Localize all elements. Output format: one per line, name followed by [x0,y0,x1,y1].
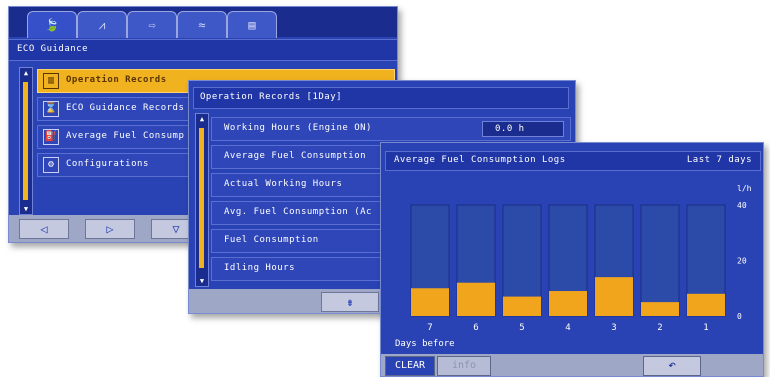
back-button[interactable]: ↶ [643,356,701,376]
tab-document[interactable]: ▤ [227,11,277,38]
menu-item-label: Configurations [66,159,149,169]
bar [503,296,541,316]
scroll-down-icon[interactable]: ▼ [20,204,32,214]
tab-wrench[interactable]: ≈ [177,11,227,38]
x-tick-label: 2 [657,323,662,333]
date-range-label: Last 7 days [686,155,752,165]
record-label: Idling Hours [224,263,296,273]
x-tick-label: 6 [473,323,478,333]
y-tick-label: 20 [737,257,747,266]
tab-arrows[interactable]: ⇨ [127,11,177,38]
guidance-records-icon: ⌛ [43,101,59,117]
y-tick-label: 0 [737,312,742,321]
x-axis-label: Days before [395,339,455,349]
record-value-box: 0.0 h [482,121,564,137]
back-arrow-icon: ↶ [668,358,676,373]
scroll-up-icon[interactable]: ▲ [20,68,32,78]
right-button[interactable]: ▷ [85,219,135,239]
record-value: 0.0 h [495,124,525,134]
left-button[interactable]: ◁ [19,219,69,239]
menu-item-label: Average Fuel Consump [66,131,185,141]
tab-eco[interactable]: 🍃 [27,11,77,38]
page-down-icon: ⇟ [346,295,354,309]
eco-leaf-icon: 🍃 [44,18,60,32]
page-title: Average Fuel Consumption Logs [394,155,566,165]
tab-bar: 🍃 ⩘ ⇨ ≈ ▤ [9,7,397,38]
record-label: Working Hours (Engine ON) [224,123,372,133]
page-down-button[interactable]: ⇟ [321,292,379,312]
tab-machine[interactable]: ⩘ [77,11,127,38]
down-arrow-icon: ▽ [172,222,180,236]
x-tick-label: 7 [427,323,432,333]
clear-button[interactable]: CLEAR [385,356,435,376]
bar [549,291,587,316]
page-title: ECO Guidance [17,44,89,54]
bar [641,302,679,316]
scroll-down-icon[interactable]: ▼ [196,276,208,286]
bar [411,288,449,316]
record-label: Actual Working Hours [224,179,343,189]
fuel-consumption-logs-screen: Average Fuel Consumption Logs Last 7 day… [380,142,764,377]
record-row-working-hours[interactable]: Working Hours (Engine ON) 0.0 h [211,117,571,141]
bar [687,293,725,316]
unit-label: l/h [737,184,752,193]
document-icon: ▤ [248,18,256,32]
record-label: Fuel Consumption [224,235,319,245]
records-icon: ▥ [43,73,59,89]
x-tick-label: 4 [565,323,570,333]
screen-title-bar: Operation Records [1Day] [193,87,569,109]
scrollbar-thumb[interactable] [199,128,204,268]
scroll-up-icon[interactable]: ▲ [196,114,208,124]
right-arrow-icon: ▷ [106,222,114,236]
bar-background [640,204,680,317]
bottom-nav-bar: CLEAR info ↶ [381,354,763,376]
bar [457,282,495,316]
menu-scrollbar[interactable]: ▲ ▼ [19,67,33,215]
config-icon: ⚙ [43,157,59,173]
arrows-icon: ⇨ [148,18,156,32]
menu-item-label: ECO Guidance Records [66,103,185,113]
machine-icon: ⩘ [98,17,106,32]
x-tick-label: 1 [703,323,708,333]
x-tick-label: 3 [611,323,616,333]
info-button: info [437,356,491,376]
left-arrow-icon: ◁ [40,222,48,236]
scrollbar-thumb[interactable] [23,82,28,200]
y-tick-label: 40 [737,201,747,210]
records-scrollbar[interactable]: ▲ ▼ [195,113,209,287]
x-tick-label: 5 [519,323,524,333]
record-label: Avg. Fuel Consumption (Ac [224,207,372,217]
page-title: Operation Records [1Day] [200,92,343,102]
bar [595,277,633,316]
screen-title-bar: Average Fuel Consumption Logs Last 7 day… [385,151,761,171]
record-label: Average Fuel Consumption [224,151,367,161]
screen-title-bar: ECO Guidance [9,39,397,61]
menu-item-label: Operation Records [66,75,167,85]
fuel-consumption-chart: 7 6 5 4 3 2 1 l/h 0 20 40 Days before [395,184,752,349]
fuel-icon: ⛽ [43,129,59,145]
wrench-icon: ≈ [198,18,206,32]
